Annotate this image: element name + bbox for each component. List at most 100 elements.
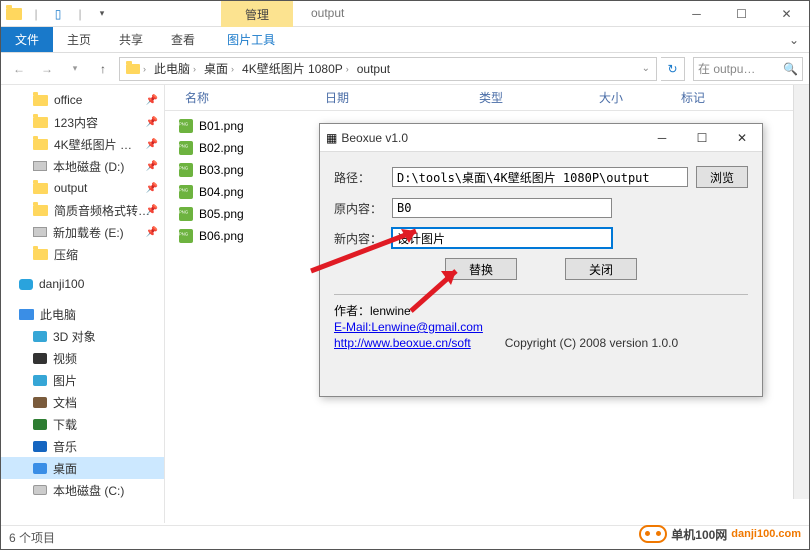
sidebar-item[interactable]: office📌 xyxy=(1,89,164,111)
copyright-text: Copyright (C) 2008 version 1.0.0 xyxy=(505,336,678,350)
watermark: 单机100网 danji100.com xyxy=(639,525,801,543)
refresh-button[interactable]: ↻ xyxy=(661,57,685,81)
col-date[interactable]: 日期 xyxy=(319,89,473,106)
sidebar-item-label: 简质音频格式转… xyxy=(54,202,150,219)
dialog-title-bar[interactable]: ▦ Beoxue v1.0 ─ ☐ ✕ xyxy=(320,124,762,152)
nav-history-icon[interactable]: ▾ xyxy=(63,57,87,81)
sidebar-item-label: output xyxy=(54,181,87,195)
folder-icon xyxy=(33,117,48,128)
sidebar-item[interactable]: 图片 xyxy=(1,369,164,391)
sidebar-item[interactable]: 简质音频格式转…📌 xyxy=(1,199,164,221)
close-button[interactable]: 关闭 xyxy=(565,258,637,280)
search-input[interactable]: 在 outpu…🔍 xyxy=(693,57,803,81)
col-type[interactable]: 类型 xyxy=(473,89,593,106)
ribbon-context-tab[interactable]: 管理 xyxy=(221,1,293,27)
png-file-icon xyxy=(179,119,193,133)
sidebar-item-label: office xyxy=(54,93,82,107)
new-content-label: 新内容： xyxy=(334,230,384,247)
sidebar-item-label: 3D 对象 xyxy=(53,328,96,345)
sidebar-item[interactable]: 本地磁盘 (D:)📌 xyxy=(1,155,164,177)
ribbon-tabs: 文件 主页 共享 查看 图片工具 ⌄ xyxy=(1,27,809,53)
sidebar-item-pc[interactable]: 此电脑 xyxy=(1,303,164,325)
sidebar-item[interactable]: 4K壁纸图片 …📌 xyxy=(1,133,164,155)
watermark-icon xyxy=(639,525,667,543)
breadcrumb-dropdown-icon[interactable]: ⌄ xyxy=(638,63,654,74)
dialog-maximize-button[interactable]: ☐ xyxy=(682,124,722,152)
tab-picture-tools[interactable]: 图片工具 xyxy=(213,27,289,52)
navigation-pane: office📌123内容📌4K壁纸图片 …📌本地磁盘 (D:)📌output📌简… xyxy=(1,85,165,523)
app-icon: ▦ xyxy=(326,131,337,145)
nav-back-button[interactable]: ← xyxy=(7,57,31,81)
sidebar-item[interactable]: 下载 xyxy=(1,413,164,435)
tab-file[interactable]: 文件 xyxy=(1,27,53,52)
tab-home[interactable]: 主页 xyxy=(53,27,105,52)
sidebar-item-label: 视频 xyxy=(53,350,77,367)
drive-icon xyxy=(33,485,47,495)
breadcrumb-item[interactable]: 4K壁纸图片 1080P› xyxy=(238,60,353,77)
sidebar-item[interactable]: 视频 xyxy=(1,347,164,369)
library-icon xyxy=(33,397,47,408)
qat-dropdown-icon[interactable]: ▾ xyxy=(93,5,111,23)
sidebar-item[interactable]: 桌面 xyxy=(1,457,164,479)
sidebar-item[interactable]: 123内容📌 xyxy=(1,111,164,133)
tab-share[interactable]: 共享 xyxy=(105,27,157,52)
maximize-button[interactable]: ☐ xyxy=(719,1,764,27)
col-tags[interactable]: 标记 xyxy=(675,89,712,106)
replace-button[interactable]: 替换 xyxy=(445,258,517,280)
properties-icon[interactable]: ▯ xyxy=(49,5,67,23)
dialog-close-button[interactable]: ✕ xyxy=(722,124,762,152)
sidebar-item[interactable]: 文档 xyxy=(1,391,164,413)
sidebar-item-label: 本地磁盘 (C:) xyxy=(53,482,124,499)
breadcrumb-item[interactable]: output xyxy=(353,62,394,76)
close-button[interactable]: ✕ xyxy=(764,1,809,27)
email-link[interactable]: E-Mail:Lenwine@gmail.com xyxy=(334,320,483,334)
sidebar-item-label: danji100 xyxy=(39,277,84,291)
ribbon-expand-icon[interactable]: ⌄ xyxy=(779,27,809,52)
library-icon xyxy=(33,419,47,430)
dialog-minimize-button[interactable]: ─ xyxy=(642,124,682,152)
sidebar-item[interactable]: 压缩 xyxy=(1,243,164,265)
folder-icon xyxy=(33,183,48,194)
sidebar-item[interactable]: 新加载卷 (E:)📌 xyxy=(1,221,164,243)
sidebar-item[interactable]: 本地磁盘 (C:) xyxy=(1,479,164,501)
breadcrumb-item[interactable]: 桌面› xyxy=(200,60,238,77)
qat-sep: | xyxy=(27,5,45,23)
breadcrumb-item[interactable]: 此电脑› xyxy=(150,60,200,77)
sidebar-item[interactable]: 音乐 xyxy=(1,435,164,457)
search-icon: 🔍 xyxy=(783,62,798,76)
new-content-input[interactable] xyxy=(392,228,612,248)
png-file-icon xyxy=(179,185,193,199)
sidebar-item[interactable]: 3D 对象 xyxy=(1,325,164,347)
qat-sep: | xyxy=(71,5,89,23)
tab-view[interactable]: 查看 xyxy=(157,27,209,52)
breadcrumb[interactable]: › 此电脑› 桌面› 4K壁纸图片 1080P› output ⌄ xyxy=(119,57,657,81)
file-name: B06.png xyxy=(199,229,244,243)
scrollbar[interactable] xyxy=(793,85,809,499)
sidebar-item-label: 4K壁纸图片 … xyxy=(54,136,132,153)
col-name[interactable]: 名称 xyxy=(179,89,319,106)
folder-icon xyxy=(33,95,48,106)
sidebar-item[interactable]: output📌 xyxy=(1,177,164,199)
original-content-label: 原内容： xyxy=(334,200,384,217)
col-size[interactable]: 大小 xyxy=(593,89,675,106)
sidebar-item-label: 压缩 xyxy=(54,246,78,263)
column-headers[interactable]: 名称 日期 类型 大小 标记 xyxy=(165,85,809,111)
file-name: B05.png xyxy=(199,207,244,221)
sidebar-item-label: 文档 xyxy=(53,394,77,411)
breadcrumb-root-icon[interactable]: › xyxy=(122,64,150,74)
nav-up-button[interactable]: ↑ xyxy=(91,57,115,81)
library-icon xyxy=(33,375,47,386)
pin-icon: 📌 xyxy=(146,227,158,238)
minimize-button[interactable]: ─ xyxy=(674,1,719,27)
png-file-icon xyxy=(179,229,193,243)
path-input[interactable] xyxy=(392,167,688,187)
original-content-input[interactable] xyxy=(392,198,612,218)
library-icon xyxy=(33,353,47,364)
png-file-icon xyxy=(179,163,193,177)
sidebar-item-danji[interactable]: danji100 xyxy=(1,273,164,295)
title-bar: | ▯ | ▾ 管理 output ─ ☐ ✕ xyxy=(1,1,809,27)
site-link[interactable]: http://www.beoxue.cn/soft xyxy=(334,336,471,350)
sidebar-item-label: 桌面 xyxy=(53,460,77,477)
item-count: 6 个项目 xyxy=(9,529,55,546)
browse-button[interactable]: 浏览 xyxy=(696,166,748,188)
